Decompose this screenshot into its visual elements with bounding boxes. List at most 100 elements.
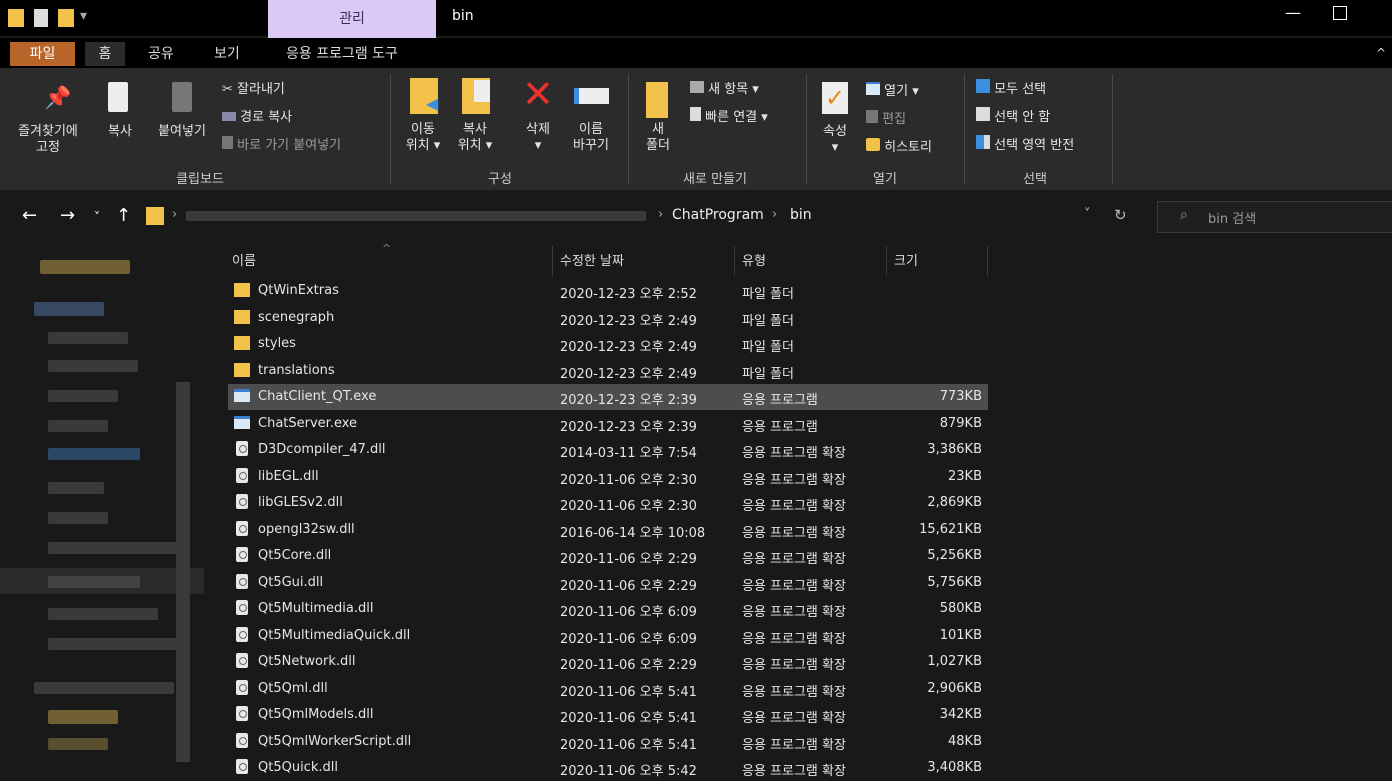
file-name: opengl32sw.dll <box>258 521 355 537</box>
file-date: 2020-12-23 오후 2:39 <box>560 419 697 435</box>
sidebar-item[interactable] <box>48 448 140 460</box>
maximize-button[interactable] <box>1333 6 1347 20</box>
tab-app-tools[interactable]: 응용 프로그램 도구 <box>286 42 398 66</box>
select-group-label: 선택 <box>1023 172 1047 187</box>
sidebar-item[interactable] <box>40 260 130 274</box>
file-row[interactable]: opengl32sw.dll 2016-06-14 오후 10:08 응용 프로그램… <box>228 517 988 543</box>
column-divider[interactable] <box>552 246 553 276</box>
sidebar-item[interactable] <box>48 608 158 620</box>
sidebar-item[interactable] <box>48 420 108 432</box>
file-row[interactable]: scenegraph 2020-12-23 오후 2:49 파일 폴더 <box>228 305 988 331</box>
file-row[interactable]: Qt5Qml.dll 2020-11-06 오후 5:41 응용 프로그램 확장 2,… <box>228 676 988 702</box>
up-arrow-icon[interactable]: ↑ <box>116 205 131 226</box>
paste-shortcut-button[interactable]: 바로 가기 붙여넣기 <box>222 134 341 153</box>
quick-access-dropdown-icon[interactable]: ▾ <box>80 8 87 24</box>
new-item-button[interactable]: 새 항목 ▾ <box>690 78 759 97</box>
column-header-date[interactable]: 수정한 날짜 <box>560 250 624 269</box>
sidebar-item[interactable] <box>48 360 138 372</box>
column-divider[interactable] <box>987 246 988 276</box>
back-arrow-icon[interactable]: ← <box>22 205 37 226</box>
column-header-type[interactable]: 유형 <box>742 250 766 269</box>
breadcrumb-bin[interactable]: bin <box>790 207 812 223</box>
tab-share[interactable]: 공유 <box>148 42 174 66</box>
file-row[interactable]: libEGL.dll 2020-11-06 오후 2:30 응용 프로그램 확장 23… <box>228 464 988 490</box>
file-row[interactable]: QtWinExtras 2020-12-23 오후 2:52 파일 폴더 <box>228 278 988 304</box>
address-dropdown-icon[interactable]: ˅ <box>1084 207 1091 222</box>
select-all-icon <box>976 79 990 93</box>
recent-locations-icon[interactable]: ˅ <box>94 210 100 224</box>
sidebar-item[interactable] <box>48 738 108 750</box>
column-divider[interactable] <box>734 246 735 276</box>
sidebar-item[interactable] <box>34 302 104 316</box>
file-type: 응용 프로그램 확장 <box>742 552 846 567</box>
new-folder-icon <box>646 82 668 118</box>
ribbon: 📌 즐겨찾기에 고정 복사 붙여넣기 ✂ 잘라내기 경로 복사 바로 가기 붙여… <box>0 68 1392 190</box>
file-size: 15,621KB <box>919 521 982 537</box>
search-box[interactable]: ⌕ bin 검색 <box>1157 201 1392 233</box>
folder-icon[interactable] <box>8 9 24 27</box>
sidebar-item[interactable] <box>48 482 104 494</box>
edit-button[interactable]: 편집 <box>866 108 906 127</box>
sidebar-item[interactable] <box>48 390 118 402</box>
file-row[interactable]: styles 2020-12-23 오후 2:49 파일 폴더 <box>228 331 988 357</box>
file-row[interactable]: Qt5Core.dll 2020-11-06 오후 2:29 응용 프로그램 확장 5… <box>228 543 988 569</box>
column-header-name[interactable]: 이름 <box>232 250 256 269</box>
file-row[interactable]: Qt5Gui.dll 2020-11-06 오후 2:29 응용 프로그램 확장 5,… <box>228 570 988 596</box>
collapse-ribbon-icon[interactable]: ^ <box>1376 46 1386 60</box>
file-row[interactable]: Qt5Network.dll 2020-11-06 오후 2:29 응용 프로그램 … <box>228 649 988 675</box>
sidebar-scrollbar[interactable] <box>176 382 190 762</box>
sidebar-item[interactable] <box>48 512 108 524</box>
sidebar-item[interactable] <box>34 682 174 694</box>
column-header-size[interactable]: 크기 <box>894 250 918 269</box>
forward-arrow-icon[interactable]: → <box>60 205 75 226</box>
breadcrumb-chatprogram[interactable]: ChatProgram <box>672 207 764 223</box>
address-bar[interactable]: › › ChatProgram › bin ˅ ↻ <box>140 201 1144 231</box>
file-row[interactable]: ChatClient_QT.exe 2020-12-23 오후 2:39 응용 프로… <box>228 384 988 410</box>
cut-button[interactable]: ✂ 잘라내기 <box>222 78 285 97</box>
file-row[interactable]: Qt5QmlModels.dll 2020-11-06 오후 5:41 응용 프로그… <box>228 702 988 728</box>
file-row[interactable]: Qt5MultimediaQuick.dll 2020-11-06 오후 6:09… <box>228 623 988 649</box>
file-date: 2020-11-06 오후 5:41 <box>560 711 697 726</box>
dll-file-icon <box>236 467 248 483</box>
refresh-icon[interactable]: ↻ <box>1114 206 1127 224</box>
select-all-button[interactable]: 모두 선택 <box>976 78 1046 97</box>
easy-access-button[interactable]: 빠른 연결 ▾ <box>690 106 768 125</box>
minimize-button[interactable]: — <box>1285 3 1301 22</box>
file-date: 2020-11-06 오후 2:30 <box>560 499 697 514</box>
file-row[interactable]: libGLESv2.dll 2020-11-06 오후 2:30 응용 프로그램 확… <box>228 490 988 516</box>
organize-group-label: 구성 <box>488 172 512 187</box>
sidebar-item[interactable] <box>48 638 178 650</box>
invert-selection-icon <box>976 135 990 149</box>
tab-home[interactable]: 홈 <box>85 42 125 66</box>
file-name: Qt5MultimediaQuick.dll <box>258 627 411 643</box>
sidebar-item[interactable] <box>48 332 128 344</box>
sidebar-item[interactable] <box>48 710 118 724</box>
file-name: styles <box>258 336 296 351</box>
new-group-label: 새로 만들기 <box>683 172 747 187</box>
history-button[interactable]: 히스토리 <box>866 136 932 155</box>
file-name: Qt5Qml.dll <box>258 680 328 696</box>
properties-check-icon[interactable] <box>34 9 48 27</box>
sidebar-item[interactable] <box>48 542 178 554</box>
search-placeholder: bin 검색 <box>1208 212 1257 227</box>
file-row[interactable]: ChatServer.exe 2020-12-23 오후 2:39 응용 프로그램 8… <box>228 411 988 437</box>
select-none-button[interactable]: 선택 안 함 <box>976 106 1050 125</box>
file-row[interactable]: Qt5QmlWorkerScript.dll 2020-11-06 오후 5:41… <box>228 729 988 755</box>
invert-selection-button[interactable]: 선택 영역 반전 <box>976 134 1074 153</box>
tab-file[interactable]: 파일 <box>10 42 75 66</box>
file-row[interactable]: Qt5Quick.dll 2020-11-06 오후 5:42 응용 프로그램 확장… <box>228 755 988 781</box>
file-row[interactable]: Qt5Multimedia.dll 2020-11-06 오후 6:09 응용 프로… <box>228 596 988 622</box>
sidebar-item[interactable] <box>48 576 140 588</box>
file-row[interactable]: translations 2020-12-23 오후 2:49 파일 폴더 <box>228 358 988 384</box>
tab-view[interactable]: 보기 <box>214 42 240 66</box>
new-folder-icon[interactable] <box>58 9 74 27</box>
sort-ascending-icon: ^ <box>382 242 392 255</box>
copy-path-button[interactable]: 경로 복사 <box>222 106 292 125</box>
history-label: 히스토리 <box>884 140 932 155</box>
file-date: 2020-12-23 오후 2:49 <box>560 340 697 355</box>
open-button[interactable]: 열기 ▾ <box>866 80 919 99</box>
navigation-pane[interactable] <box>0 242 204 774</box>
column-divider[interactable] <box>886 246 887 276</box>
context-tab-manage[interactable]: 관리 <box>268 0 436 38</box>
file-row[interactable]: D3Dcompiler_47.dll 2014-03-11 오후 7:54 응용 프… <box>228 437 988 463</box>
